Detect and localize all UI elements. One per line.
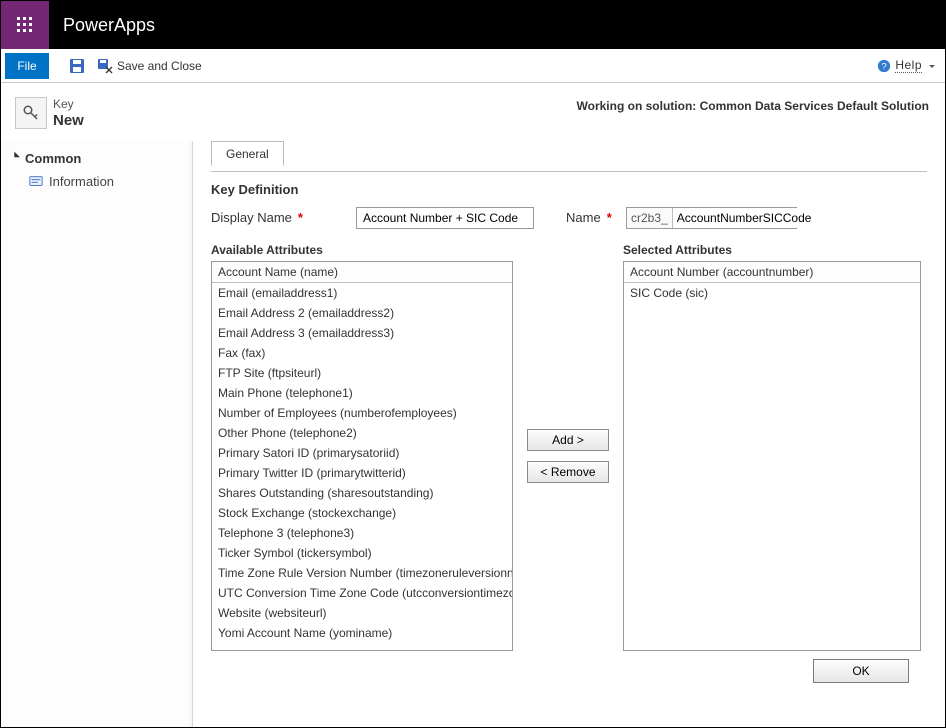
section-title: Key Definition bbox=[211, 182, 927, 197]
list-item[interactable]: Ticker Symbol (tickersymbol) bbox=[212, 543, 512, 563]
window: PowerApps File Save and Close ? Help Key… bbox=[0, 0, 946, 728]
page-title-group: Key New bbox=[53, 97, 84, 131]
list-item[interactable]: Email (emailaddress1) bbox=[212, 283, 512, 303]
remove-button[interactable]: < Remove bbox=[527, 461, 609, 483]
ribbon: File Save and Close ? Help bbox=[1, 49, 945, 83]
display-name-row: Display Name* Name* cr2b3_ bbox=[211, 207, 927, 229]
save-button[interactable] bbox=[63, 56, 91, 76]
list-item[interactable]: Fax (fax) bbox=[212, 343, 512, 363]
list-item[interactable]: Website (websiteurl) bbox=[212, 603, 512, 623]
selected-label: Selected Attributes bbox=[623, 243, 921, 257]
list-item[interactable]: Primary Satori ID (primarysatoriid) bbox=[212, 443, 512, 463]
record-name: New bbox=[53, 112, 84, 131]
display-name-input[interactable] bbox=[356, 207, 534, 229]
app-launcher-button[interactable] bbox=[1, 1, 49, 49]
available-label: Available Attributes bbox=[211, 243, 513, 257]
name-field: cr2b3_ bbox=[626, 207, 797, 229]
list-item[interactable]: Yomi Account Name (yominame) bbox=[212, 623, 512, 643]
display-name-label: Display Name* bbox=[211, 210, 356, 225]
list-item[interactable]: Email Address 2 (emailaddress2) bbox=[212, 303, 512, 323]
ok-button[interactable]: OK bbox=[813, 659, 909, 683]
solution-context: Working on solution: Common Data Service… bbox=[577, 97, 929, 113]
transfer-buttons: Add > < Remove bbox=[527, 243, 609, 651]
available-list[interactable]: Account Name (name)Email (emailaddress1)… bbox=[211, 261, 513, 651]
name-prefix: cr2b3_ bbox=[627, 208, 673, 228]
svg-text:?: ? bbox=[882, 61, 887, 72]
help-icon: ? bbox=[877, 59, 891, 73]
tab-general[interactable]: General bbox=[211, 141, 284, 166]
app-title: PowerApps bbox=[49, 1, 155, 49]
information-icon bbox=[29, 174, 43, 188]
list-item[interactable]: Stock Exchange (stockexchange) bbox=[212, 503, 512, 523]
list-item[interactable]: Shares Outstanding (sharesoutstanding) bbox=[212, 483, 512, 503]
name-input[interactable] bbox=[673, 208, 836, 228]
list-item[interactable]: Account Number (accountnumber) bbox=[624, 262, 920, 283]
tab-divider bbox=[211, 171, 927, 172]
list-item[interactable]: Primary Twitter ID (primarytwitterid) bbox=[212, 463, 512, 483]
footer: OK bbox=[211, 651, 927, 683]
list-item[interactable]: Email Address 3 (emailaddress3) bbox=[212, 323, 512, 343]
title-bar: PowerApps bbox=[1, 1, 945, 49]
body: Common Information General Key Definitio… bbox=[1, 141, 945, 727]
waffle-icon bbox=[17, 17, 33, 33]
add-button[interactable]: Add > bbox=[527, 429, 609, 451]
save-icon bbox=[69, 58, 85, 74]
list-item[interactable]: FTP Site (ftpsiteurl) bbox=[212, 363, 512, 383]
required-indicator: * bbox=[607, 210, 612, 225]
save-and-close-icon bbox=[97, 58, 113, 74]
save-and-close-button[interactable]: Save and Close bbox=[91, 56, 208, 76]
list-item[interactable]: Telephone 3 (telephone3) bbox=[212, 523, 512, 543]
help-menu[interactable]: ? Help bbox=[877, 58, 945, 73]
sidebar: Common Information bbox=[1, 141, 193, 727]
list-item[interactable]: SIC Code (sic) bbox=[624, 283, 920, 303]
list-item[interactable]: Main Phone (telephone1) bbox=[212, 383, 512, 403]
save-and-close-label: Save and Close bbox=[117, 59, 202, 73]
file-menu-button[interactable]: File bbox=[5, 53, 49, 79]
tabs: General bbox=[211, 141, 927, 166]
required-indicator: * bbox=[298, 210, 303, 225]
content: General Key Definition Display Name* Nam… bbox=[193, 141, 945, 727]
sidebar-section-common[interactable]: Common bbox=[1, 147, 192, 170]
entity-label: Key bbox=[53, 97, 84, 112]
list-item[interactable]: Account Name (name) bbox=[212, 262, 512, 283]
attribute-lists: Available Attributes Account Name (name)… bbox=[211, 243, 927, 651]
name-label: Name* bbox=[566, 210, 626, 225]
sidebar-item-label: Information bbox=[49, 174, 114, 189]
selected-column: Selected Attributes Account Number (acco… bbox=[623, 243, 921, 651]
list-item[interactable]: Other Phone (telephone2) bbox=[212, 423, 512, 443]
available-column: Available Attributes Account Name (name)… bbox=[211, 243, 513, 651]
entity-key-icon bbox=[15, 97, 47, 129]
help-label: Help bbox=[895, 58, 922, 73]
list-item[interactable]: Time Zone Rule Version Number (timezoner… bbox=[212, 563, 512, 583]
selected-list[interactable]: Account Number (accountnumber)SIC Code (… bbox=[623, 261, 921, 651]
sidebar-item-information[interactable]: Information bbox=[1, 170, 192, 193]
list-item[interactable]: Number of Employees (numberofemployees) bbox=[212, 403, 512, 423]
list-item[interactable]: UTC Conversion Time Zone Code (utcconver… bbox=[212, 583, 512, 603]
page-header: Key New Working on solution: Common Data… bbox=[1, 83, 945, 141]
